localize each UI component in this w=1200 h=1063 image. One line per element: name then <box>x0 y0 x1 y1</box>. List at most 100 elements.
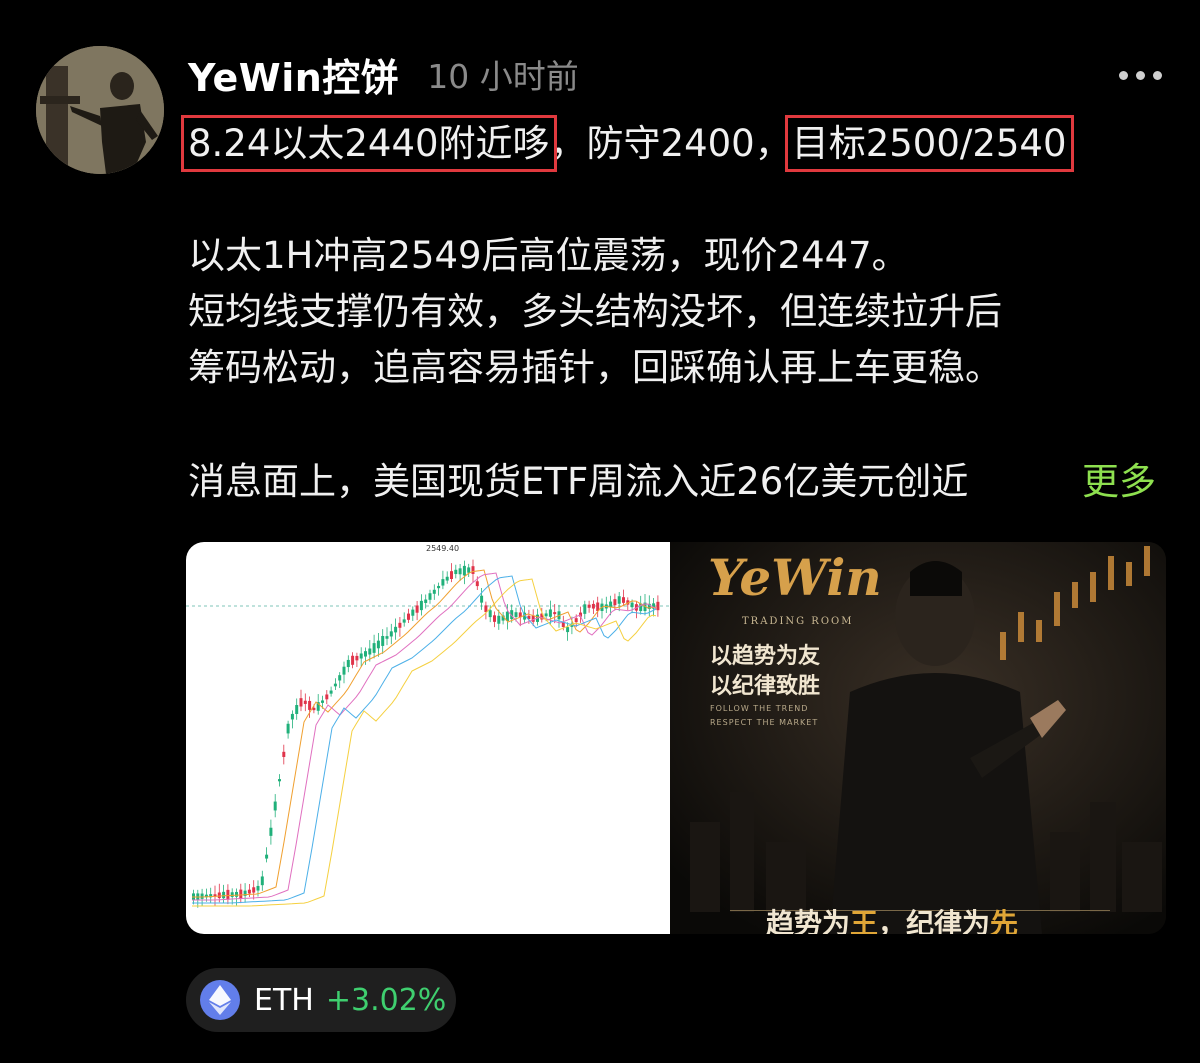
candle-body <box>338 675 342 681</box>
dot <box>1152 70 1162 80</box>
candle-body <box>217 892 221 899</box>
candle-body <box>471 566 475 574</box>
candle-body <box>389 631 393 637</box>
candle-body <box>432 589 436 594</box>
candle-body <box>321 700 324 703</box>
promo-bottom-d: 先 <box>990 907 1019 934</box>
target-highlight: 目标2500/2540 <box>784 115 1074 172</box>
candle-body <box>252 887 256 893</box>
candle-body <box>239 889 243 899</box>
candle-body <box>454 569 458 575</box>
ticker-change: +3.02% <box>325 982 447 1018</box>
candle-body <box>196 893 200 900</box>
candle-body <box>290 713 294 720</box>
candle-body <box>484 605 488 613</box>
candle-body <box>583 604 587 614</box>
defense-text: ，防守2400， <box>549 122 792 165</box>
candle-body <box>613 599 617 606</box>
candle-body <box>308 700 312 710</box>
candle-body <box>656 601 660 611</box>
promo-brand: YeWin <box>708 548 882 607</box>
candle-body <box>333 683 337 687</box>
promo-image[interactable]: YeWin TRADING ROOM 以趋势为友 以纪律致胜 FOLLOW TH… <box>670 542 1166 934</box>
candle-body <box>531 615 535 622</box>
candle-body <box>514 612 518 617</box>
candle-body <box>493 615 496 622</box>
candle-body <box>364 651 367 657</box>
promo-slogan-2: 以纪律致胜 <box>710 673 821 699</box>
candle-body <box>548 609 552 617</box>
eth-icon <box>200 980 240 1020</box>
candle-body <box>325 694 329 700</box>
candle-body <box>273 801 277 811</box>
author-name[interactable]: YeWin控饼 <box>188 47 399 102</box>
candle-body <box>368 648 372 655</box>
candle-body <box>355 655 359 661</box>
candle-body <box>346 659 350 668</box>
candle-body <box>235 891 238 897</box>
candle-body <box>256 885 260 891</box>
candle-body <box>497 615 501 624</box>
ticker-chip[interactable]: ETH +3.02% <box>186 968 456 1032</box>
promo-en-1: FOLLOW THE TREND <box>710 704 809 713</box>
candle-body <box>226 889 230 900</box>
candle-body <box>394 626 398 633</box>
candle-body <box>566 627 570 633</box>
candle-body <box>587 604 591 608</box>
candle-body <box>295 705 299 714</box>
candle-body <box>544 613 548 617</box>
candle-body <box>381 635 385 646</box>
body-line: 以太1H冲高2549后高位震荡，现价2447。 <box>188 234 909 277</box>
dot <box>1135 70 1145 80</box>
candle-body <box>247 889 251 894</box>
candle-body <box>553 612 557 615</box>
dot <box>1118 70 1128 80</box>
candle-body <box>411 609 415 616</box>
promo-bottom-a: 趋势为 <box>766 907 851 934</box>
body-line: 短均线支撑仍有效，多头结构没坏，但连续拉升后 <box>188 290 1002 333</box>
promo-bottom-b: 王 <box>850 907 879 934</box>
candle-body <box>462 565 466 576</box>
candle-body <box>424 599 428 603</box>
candle-body <box>467 567 471 573</box>
promo-bottom-c: ，纪律为 <box>878 907 991 934</box>
candle-body <box>445 576 449 581</box>
promo-bottom-slogan: 趋势为王，纪律为先 <box>766 902 1018 934</box>
peak-label: 2549.40 <box>426 544 459 553</box>
candle-body <box>561 622 565 627</box>
candle-body <box>385 636 389 639</box>
candle-body <box>359 653 363 659</box>
candle-body <box>398 622 402 628</box>
promo-subtitle: TRADING ROOM <box>742 616 854 627</box>
read-more-link[interactable]: 更多 <box>1082 454 1156 510</box>
candle-body <box>458 568 462 575</box>
candle-body <box>475 581 479 587</box>
candle-body <box>282 751 286 757</box>
candle-body <box>230 892 234 897</box>
candle-body <box>286 723 290 734</box>
candle-body <box>329 690 333 694</box>
candle-body <box>591 603 595 609</box>
trade-plan-line: 8.24以太2440附近哆，防守2400，目标2500/2540 <box>181 112 1074 176</box>
candle-body <box>428 593 432 600</box>
candle-body <box>402 619 406 623</box>
candle-body <box>622 597 625 603</box>
candle-body <box>609 601 613 608</box>
more-options-icon[interactable] <box>1110 58 1170 92</box>
chart-image[interactable]: 2549.40 <box>186 542 670 934</box>
candle-body <box>480 595 484 603</box>
body-line: 筹码松动，追高容易插针，回踩确认再上车更稳。 <box>188 346 1002 389</box>
candle-body <box>437 585 441 589</box>
author-avatar[interactable] <box>36 46 164 174</box>
post-time: 10 小时前 <box>427 57 579 96</box>
post-body: 以太1H冲高2549后高位震荡，现价2447。 短均线支撑仍有效，多头结构没坏，… <box>188 228 1178 396</box>
promo-slogan-1: 以趋势为友 <box>710 643 821 669</box>
moving-average-line <box>192 569 657 898</box>
candle-body <box>200 893 204 899</box>
candle-body <box>450 571 453 579</box>
candle-body <box>260 876 264 886</box>
candle-body <box>419 600 423 611</box>
candle-body <box>630 602 634 608</box>
entry-highlight: 8.24以太2440附近哆 <box>181 115 557 172</box>
ticker-symbol: ETH <box>254 982 314 1018</box>
